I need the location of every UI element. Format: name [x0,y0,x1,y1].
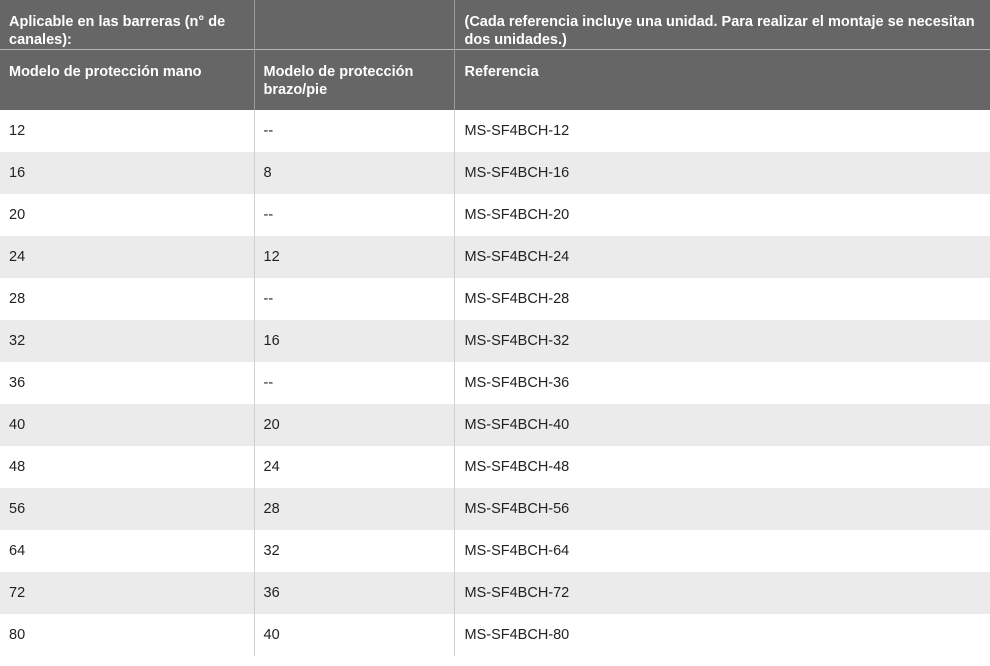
cell-reference: MS-SF4BCH-24 [454,235,990,278]
cell-arm-foot-model: -- [254,361,455,404]
cell-arm-foot-model: 32 [254,529,455,572]
cell-hand-model: 40 [0,403,255,446]
cell-hand-model: 16 [0,151,255,194]
cell-reference: MS-SF4BCH-64 [454,529,990,572]
cell-hand-model: 72 [0,571,255,614]
models-table: Aplicable en las barreras (n° de canales… [0,0,990,656]
cell-hand-model: 56 [0,487,255,530]
cell-reference: MS-SF4BCH-16 [454,151,990,194]
header-reference: Referencia [454,49,990,110]
table-row: 24 12 MS-SF4BCH-24 [0,235,990,278]
header-arm-foot-model: Modelo de protección brazo/pie [254,49,455,110]
cell-reference: MS-SF4BCH-36 [454,361,990,404]
cell-reference: MS-SF4BCH-48 [454,445,990,488]
cell-arm-foot-model: 16 [254,319,455,362]
cell-reference: MS-SF4BCH-40 [454,403,990,446]
cell-reference: MS-SF4BCH-12 [454,109,990,152]
table-row: 28 -- MS-SF4BCH-28 [0,277,990,320]
table-body: 12 -- MS-SF4BCH-12 16 8 MS-SF4BCH-16 20 -- MS-SF… [0,109,990,656]
cell-hand-model: 48 [0,445,255,488]
table-row: 16 8 MS-SF4BCH-16 [0,151,990,194]
header-applicable-channels: Aplicable en las barreras (n° de canales… [0,0,255,50]
cell-arm-foot-model: -- [254,109,455,152]
cell-hand-model: 28 [0,277,255,320]
cell-hand-model: 36 [0,361,255,404]
cell-hand-model: 20 [0,193,255,236]
cell-arm-foot-model: 36 [254,571,455,614]
table-row: 40 20 MS-SF4BCH-40 [0,403,990,446]
header-note: (Cada referencia incluye una unidad. Par… [454,0,990,50]
cell-reference: MS-SF4BCH-56 [454,487,990,530]
table-row: 20 -- MS-SF4BCH-20 [0,193,990,236]
cell-arm-foot-model: 24 [254,445,455,488]
cell-reference: MS-SF4BCH-72 [454,571,990,614]
table-row: 36 -- MS-SF4BCH-36 [0,361,990,404]
cell-arm-foot-model: 40 [254,613,455,656]
cell-hand-model: 32 [0,319,255,362]
table-row: 32 16 MS-SF4BCH-32 [0,319,990,362]
header-row-applicable: Aplicable en las barreras (n° de canales… [0,0,990,50]
header-row-columns: Modelo de protección mano Modelo de prot… [0,49,990,110]
cell-arm-foot-model: 8 [254,151,455,194]
cell-reference: MS-SF4BCH-20 [454,193,990,236]
table-row: 12 -- MS-SF4BCH-12 [0,109,990,152]
cell-arm-foot-model: 28 [254,487,455,530]
table-header: Aplicable en las barreras (n° de canales… [0,0,990,110]
cell-hand-model: 24 [0,235,255,278]
cell-arm-foot-model: 20 [254,403,455,446]
cell-arm-foot-model: -- [254,277,455,320]
cell-arm-foot-model: 12 [254,235,455,278]
cell-reference: MS-SF4BCH-80 [454,613,990,656]
header-empty [254,0,455,50]
table-row: 56 28 MS-SF4BCH-56 [0,487,990,530]
cell-reference: MS-SF4BCH-32 [454,319,990,362]
cell-hand-model: 64 [0,529,255,572]
cell-hand-model: 80 [0,613,255,656]
cell-arm-foot-model: -- [254,193,455,236]
table-row: 48 24 MS-SF4BCH-48 [0,445,990,488]
cell-hand-model: 12 [0,109,255,152]
header-hand-model: Modelo de protección mano [0,49,255,110]
table-row: 64 32 MS-SF4BCH-64 [0,529,990,572]
cell-reference: MS-SF4BCH-28 [454,277,990,320]
table-row: 72 36 MS-SF4BCH-72 [0,571,990,614]
table-row: 80 40 MS-SF4BCH-80 [0,613,990,656]
